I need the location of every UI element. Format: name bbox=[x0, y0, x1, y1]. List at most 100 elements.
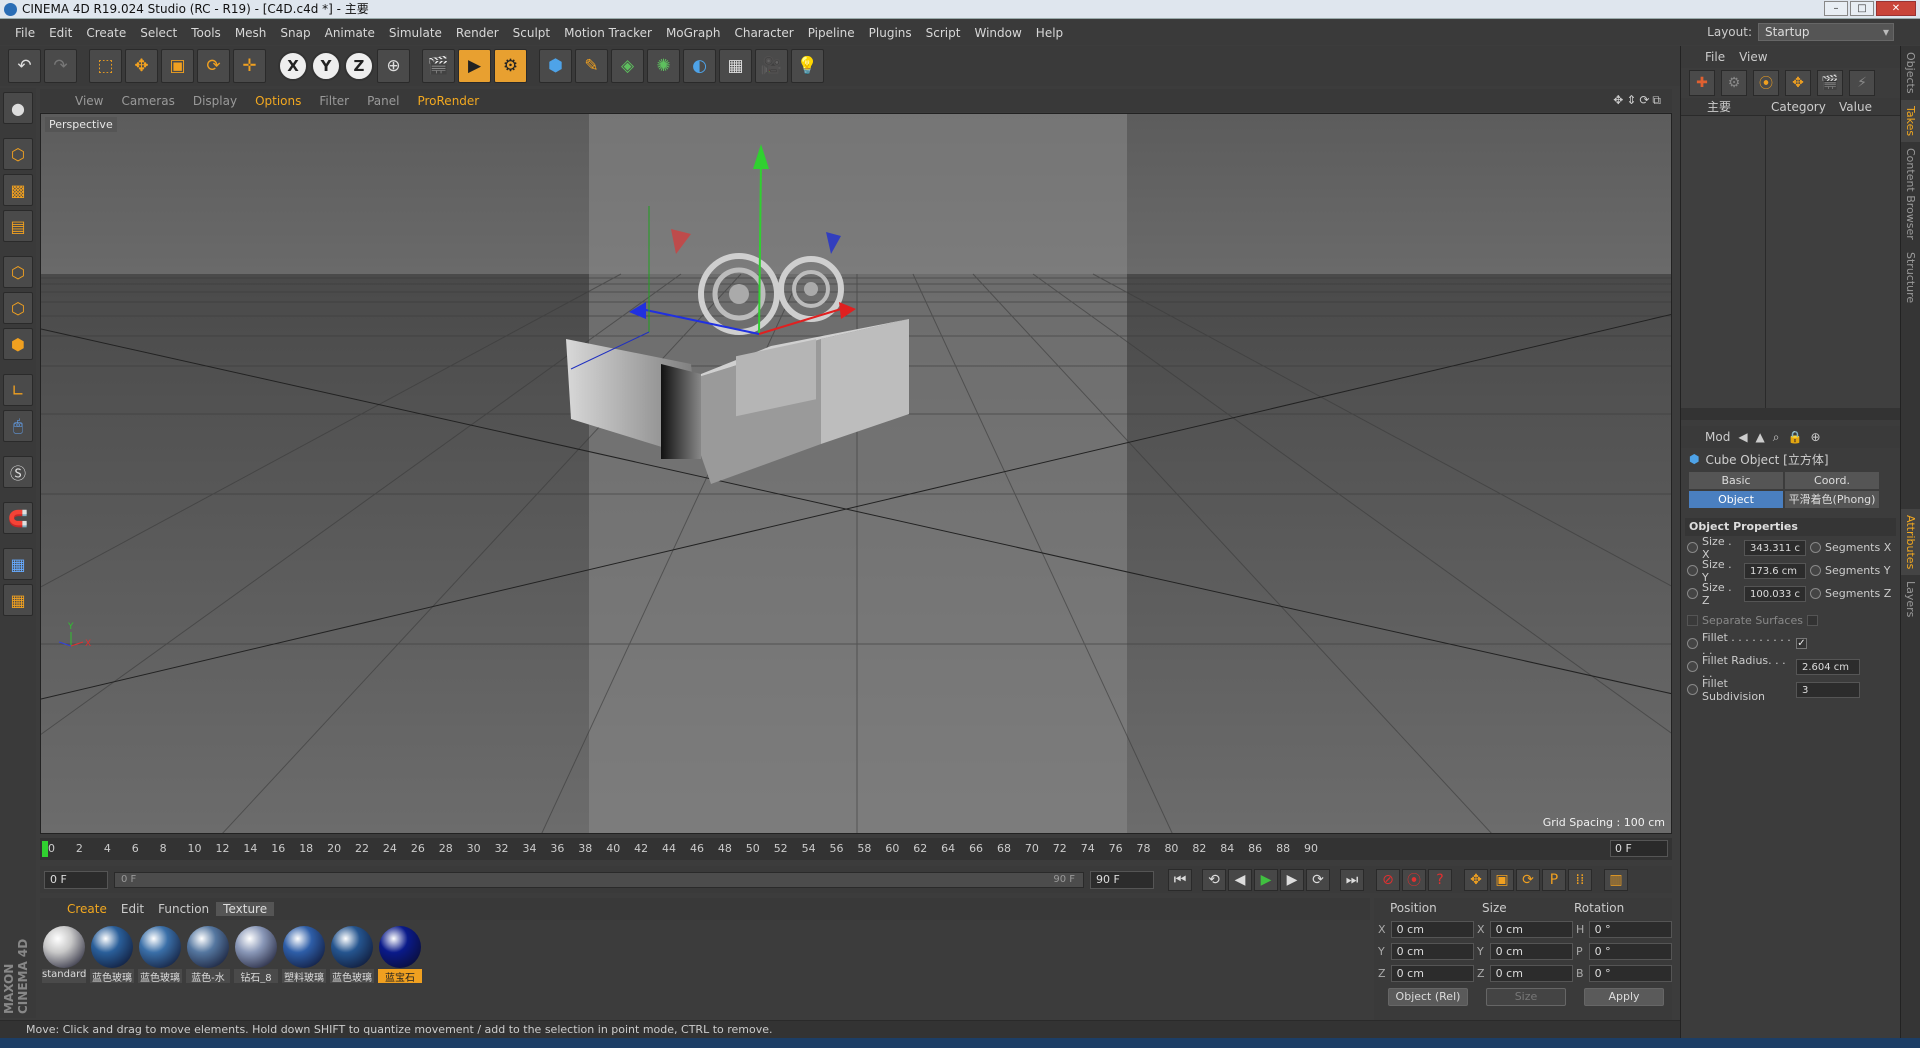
points-mode-icon[interactable]: ⬡ bbox=[3, 256, 33, 288]
fillet-subdivision-field[interactable]: 3 bbox=[1796, 681, 1860, 698]
undo-icon[interactable]: ↶ bbox=[8, 49, 41, 83]
edit-render-settings-icon[interactable]: ⚙ bbox=[494, 49, 527, 83]
anim-radio[interactable] bbox=[1687, 542, 1698, 553]
om-view-menu[interactable]: View bbox=[1739, 50, 1767, 64]
deformer-icon[interactable]: ◐ bbox=[683, 49, 716, 83]
menu-simulate[interactable]: Simulate bbox=[382, 26, 449, 40]
z-axis-lock-icon[interactable]: Z bbox=[344, 51, 374, 81]
frame-range-slider[interactable]: 0 F 90 F bbox=[114, 871, 1084, 888]
material-swatch[interactable]: 蓝色玻璃 bbox=[330, 926, 374, 983]
back-arrow-icon[interactable]: ◀ bbox=[1738, 430, 1747, 444]
tab-object[interactable]: Object bbox=[1689, 491, 1783, 508]
take-override-icon[interactable]: ✥ bbox=[1785, 70, 1811, 96]
next-key-icon[interactable]: ⟳ bbox=[1306, 868, 1330, 891]
material-swatch[interactable]: 蓝宝石 bbox=[378, 926, 422, 983]
fillet-checkbox[interactable]: ✓ bbox=[1796, 638, 1807, 649]
tab-basic[interactable]: Basic bbox=[1689, 472, 1783, 489]
take-lock-icon[interactable]: ⚡ bbox=[1849, 70, 1875, 96]
redo-icon[interactable]: ↷ bbox=[44, 49, 77, 83]
apply-button[interactable]: Apply bbox=[1584, 988, 1664, 1006]
viewport-menu-options[interactable]: Options bbox=[246, 94, 310, 108]
menu-motion-tracker[interactable]: Motion Tracker bbox=[557, 26, 659, 40]
side-tab-content-browser[interactable]: Content Browser bbox=[1901, 142, 1920, 246]
enable-axis-icon[interactable]: ∟ bbox=[3, 374, 33, 406]
current-frame-field[interactable]: 0 F bbox=[1610, 840, 1668, 857]
material-swatch[interactable]: 钻石_8 bbox=[234, 926, 278, 983]
anim-radio[interactable] bbox=[1687, 684, 1698, 695]
anim-radio[interactable] bbox=[1810, 588, 1821, 599]
menu-script[interactable]: Script bbox=[919, 26, 968, 40]
material-menu-create[interactable]: Create bbox=[60, 902, 114, 916]
side-tab-layers[interactable]: Layers bbox=[1901, 575, 1920, 623]
side-tab-attributes[interactable]: Attributes bbox=[1901, 508, 1920, 575]
menu-mograph[interactable]: MoGraph bbox=[659, 26, 728, 40]
maximize-button[interactable]: □ bbox=[1850, 1, 1874, 16]
make-editable-icon[interactable]: ● bbox=[3, 92, 33, 124]
coordinate-field[interactable]: 0 ° bbox=[1588, 964, 1672, 982]
menu-pipeline[interactable]: Pipeline bbox=[801, 26, 862, 40]
light-icon[interactable]: 💡 bbox=[791, 49, 824, 83]
menu-create[interactable]: Create bbox=[79, 26, 133, 40]
play-forward-icon[interactable]: ▶ bbox=[1254, 868, 1278, 891]
perspective-viewport[interactable]: Y X Perspective Grid Spacing : 100 cm bbox=[40, 113, 1672, 834]
edges-mode-icon[interactable]: ⬡ bbox=[3, 292, 33, 324]
coordinate-field[interactable]: 0 cm bbox=[1390, 964, 1474, 982]
anim-radio[interactable] bbox=[1810, 565, 1821, 576]
autokeying-icon[interactable]: ⦿ bbox=[1402, 868, 1426, 891]
previous-key-icon[interactable]: ⟲ bbox=[1202, 868, 1226, 891]
record-parameter-icon[interactable]: P bbox=[1542, 868, 1566, 891]
timeline-window-icon[interactable]: ▥ bbox=[1604, 868, 1628, 891]
tab-coord[interactable]: Coord. bbox=[1785, 472, 1879, 489]
render-picture-viewer-icon[interactable]: ▶ bbox=[458, 49, 491, 83]
coordinate-field[interactable]: 0 ° bbox=[1588, 920, 1672, 938]
cube-icon[interactable]: ⬢ bbox=[539, 49, 572, 83]
planar-workplane-icon[interactable]: ▦ bbox=[3, 584, 33, 616]
size-mode-dropdown[interactable]: Size bbox=[1486, 988, 1566, 1006]
keyframe-selection-icon[interactable]: ? bbox=[1428, 868, 1452, 891]
material-menu-edit[interactable]: Edit bbox=[114, 902, 151, 916]
up-arrow-icon[interactable]: ▲ bbox=[1756, 430, 1765, 444]
next-frame-icon[interactable]: ▶ bbox=[1280, 868, 1304, 891]
take-tree[interactable] bbox=[1681, 116, 1900, 408]
go-to-end-icon[interactable]: ⏭ bbox=[1340, 868, 1364, 891]
coordinate-mode-dropdown[interactable]: Object (Rel) bbox=[1388, 988, 1468, 1006]
menu-character[interactable]: Character bbox=[727, 26, 800, 40]
material-menu-function[interactable]: Function bbox=[151, 902, 216, 916]
end-frame-field[interactable]: 90 F bbox=[1090, 870, 1154, 889]
viewport-menu-panel[interactable]: Panel bbox=[358, 94, 408, 108]
live-selection-icon[interactable]: ⬚ bbox=[89, 49, 122, 83]
record-rotation-icon[interactable]: ⟳ bbox=[1516, 868, 1540, 891]
x-axis-lock-icon[interactable]: X bbox=[278, 51, 308, 81]
side-tab-structure[interactable]: Structure bbox=[1901, 246, 1920, 309]
coordinate-field[interactable]: 0 cm bbox=[1390, 920, 1474, 938]
snap-icon[interactable]: 🧲 bbox=[3, 502, 33, 534]
previous-frame-icon[interactable]: ◀ bbox=[1228, 868, 1252, 891]
texture-mode-icon[interactable]: ▩ bbox=[3, 174, 33, 206]
side-tab-takes[interactable]: Takes bbox=[1901, 99, 1920, 142]
coordinate-system-icon[interactable]: ⊕ bbox=[377, 49, 410, 83]
size-x-field[interactable]: 343.311 c bbox=[1744, 539, 1806, 556]
coordinate-field[interactable]: 0 cm bbox=[1489, 920, 1573, 938]
timeline-ruler[interactable]: 0 F 0 2 4 6 8 10 12 14 16 18 20 22 24 26 28 30 32 34 36 38 4… bbox=[40, 838, 1672, 860]
new-attribute-icon[interactable]: ⊕ bbox=[1810, 430, 1820, 444]
array-icon[interactable]: ✺ bbox=[647, 49, 680, 83]
menu-mesh[interactable]: Mesh bbox=[228, 26, 274, 40]
search-icon[interactable]: ⌕ bbox=[1773, 430, 1780, 445]
menu-render[interactable]: Render bbox=[449, 26, 506, 40]
viewport-menu-prorender[interactable]: ProRender bbox=[408, 94, 488, 108]
menu-sculpt[interactable]: Sculpt bbox=[506, 26, 557, 40]
attr-mode-menu[interactable]: Mod bbox=[1705, 430, 1730, 444]
anim-radio[interactable] bbox=[1687, 588, 1698, 599]
record-scale-icon[interactable]: ▣ bbox=[1490, 868, 1514, 891]
anim-radio[interactable] bbox=[1810, 542, 1821, 553]
viewport-menu-view[interactable]: View bbox=[66, 94, 112, 108]
fillet-radius-field[interactable]: 2.604 cm bbox=[1796, 658, 1860, 675]
material-menu-texture[interactable]: Texture bbox=[216, 902, 275, 916]
lock-icon[interactable]: 🔒 bbox=[1788, 430, 1803, 444]
layout-dropdown[interactable]: Startup bbox=[1758, 23, 1894, 41]
separate-surfaces-checkbox[interactable] bbox=[1806, 615, 1818, 626]
render-view-icon[interactable]: 🎬 bbox=[422, 49, 455, 83]
scale-tool-icon[interactable]: ▣ bbox=[161, 49, 194, 83]
lock-workplane-icon[interactable]: ▦ bbox=[3, 548, 33, 580]
close-button[interactable]: ✕ bbox=[1876, 1, 1916, 16]
